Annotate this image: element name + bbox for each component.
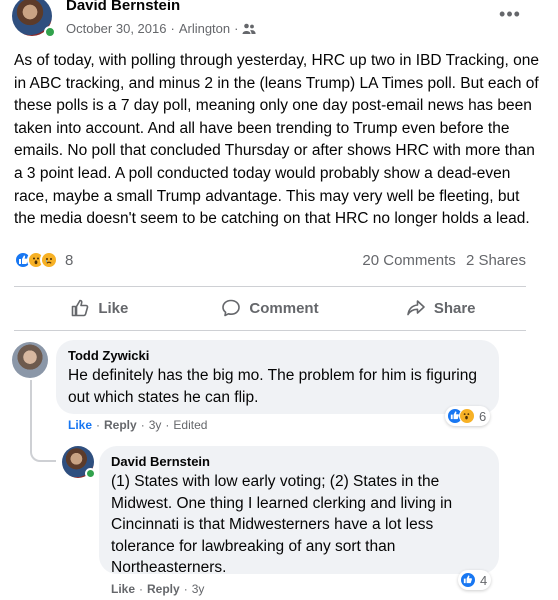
share-button-label: Share bbox=[433, 299, 476, 317]
meta-separator: · bbox=[170, 21, 175, 36]
post-header: David Bernstein October 30, 2016 · Arlin… bbox=[0, 0, 558, 44]
reply-sep: · bbox=[139, 582, 144, 596]
comment-like-link[interactable]: Like bbox=[68, 418, 92, 432]
post-meta: October 30, 2016 · Arlington · bbox=[66, 21, 257, 36]
comment-age[interactable]: 3y bbox=[149, 418, 162, 432]
comment-reply-link[interactable]: Reply bbox=[104, 418, 137, 432]
reply-thread-line bbox=[30, 380, 56, 462]
comment-reaction-count: 6 bbox=[479, 408, 487, 424]
comment-actions: Like · Reply · 3y · Edited bbox=[68, 418, 207, 432]
post-stats: 8 20 Comments 2 Shares bbox=[14, 248, 526, 274]
commenter-avatar[interactable] bbox=[12, 342, 48, 378]
comment-sep: · bbox=[96, 418, 101, 432]
divider-top bbox=[14, 286, 526, 287]
comment-sep: · bbox=[140, 418, 145, 432]
post-action-bar: Like Comment Share bbox=[14, 288, 526, 328]
share-count-link[interactable]: 2 Shares bbox=[466, 252, 526, 269]
comment-button-label: Comment bbox=[249, 299, 319, 317]
reply-reply-link[interactable]: Reply bbox=[147, 582, 180, 596]
reply-reaction-count: 4 bbox=[480, 572, 488, 588]
comment-bubble-icon bbox=[222, 299, 241, 317]
comment-edited[interactable]: Edited bbox=[173, 418, 207, 432]
reaction-count: 8 bbox=[65, 251, 74, 269]
thumbs-up-icon bbox=[72, 299, 89, 317]
online-status-icon bbox=[44, 26, 56, 38]
wow-reaction-icon bbox=[459, 408, 475, 424]
comment-sep: · bbox=[165, 418, 170, 432]
post-date[interactable]: October 30, 2016 bbox=[66, 21, 166, 36]
divider-bottom bbox=[14, 330, 526, 331]
online-status-icon bbox=[85, 468, 96, 479]
comment-button[interactable]: Comment bbox=[185, 288, 356, 328]
reaction-summary[interactable]: 8 bbox=[14, 251, 73, 269]
meta-separator-2: · bbox=[234, 21, 239, 36]
reply-like-link[interactable]: Like bbox=[111, 582, 135, 596]
like-button[interactable]: Like bbox=[14, 288, 185, 328]
reply-actions: Like · Reply · 3y bbox=[111, 582, 204, 596]
engagement-counts: 20 Comments 2 Shares bbox=[356, 252, 526, 269]
sad-reaction-icon bbox=[40, 251, 58, 269]
reply-author[interactable]: David Bernstein bbox=[111, 454, 487, 469]
friends-audience-icon[interactable] bbox=[242, 23, 257, 35]
comment-reactions[interactable]: 6 bbox=[445, 406, 491, 426]
share-arrow-icon bbox=[407, 300, 425, 316]
reply-text: (1) States with low early voting; (2) St… bbox=[111, 473, 453, 576]
like-button-label: Like bbox=[98, 299, 129, 317]
post-location[interactable]: Arlington bbox=[179, 21, 230, 36]
reply-sep: · bbox=[183, 582, 188, 596]
reply-bubble: David Bernstein (1) States with low earl… bbox=[99, 446, 499, 576]
more-options-icon[interactable]: ••• bbox=[496, 4, 524, 24]
post-text: As of today, with polling through yester… bbox=[14, 52, 539, 228]
comment-text: He definitely has the big mo. The proble… bbox=[68, 367, 477, 406]
comment-count-link[interactable]: 20 Comments bbox=[362, 252, 455, 269]
post-author[interactable]: David Bernstein bbox=[66, 0, 180, 14]
like-reaction-icon bbox=[460, 572, 476, 588]
comment-bubble: Todd Zywicki He definitely has the big m… bbox=[56, 340, 499, 414]
comment-author[interactable]: Todd Zywicki bbox=[68, 348, 487, 363]
reply-age[interactable]: 3y bbox=[192, 582, 205, 596]
share-button[interactable]: Share bbox=[355, 288, 526, 328]
reply-reactions[interactable]: 4 bbox=[458, 570, 492, 590]
